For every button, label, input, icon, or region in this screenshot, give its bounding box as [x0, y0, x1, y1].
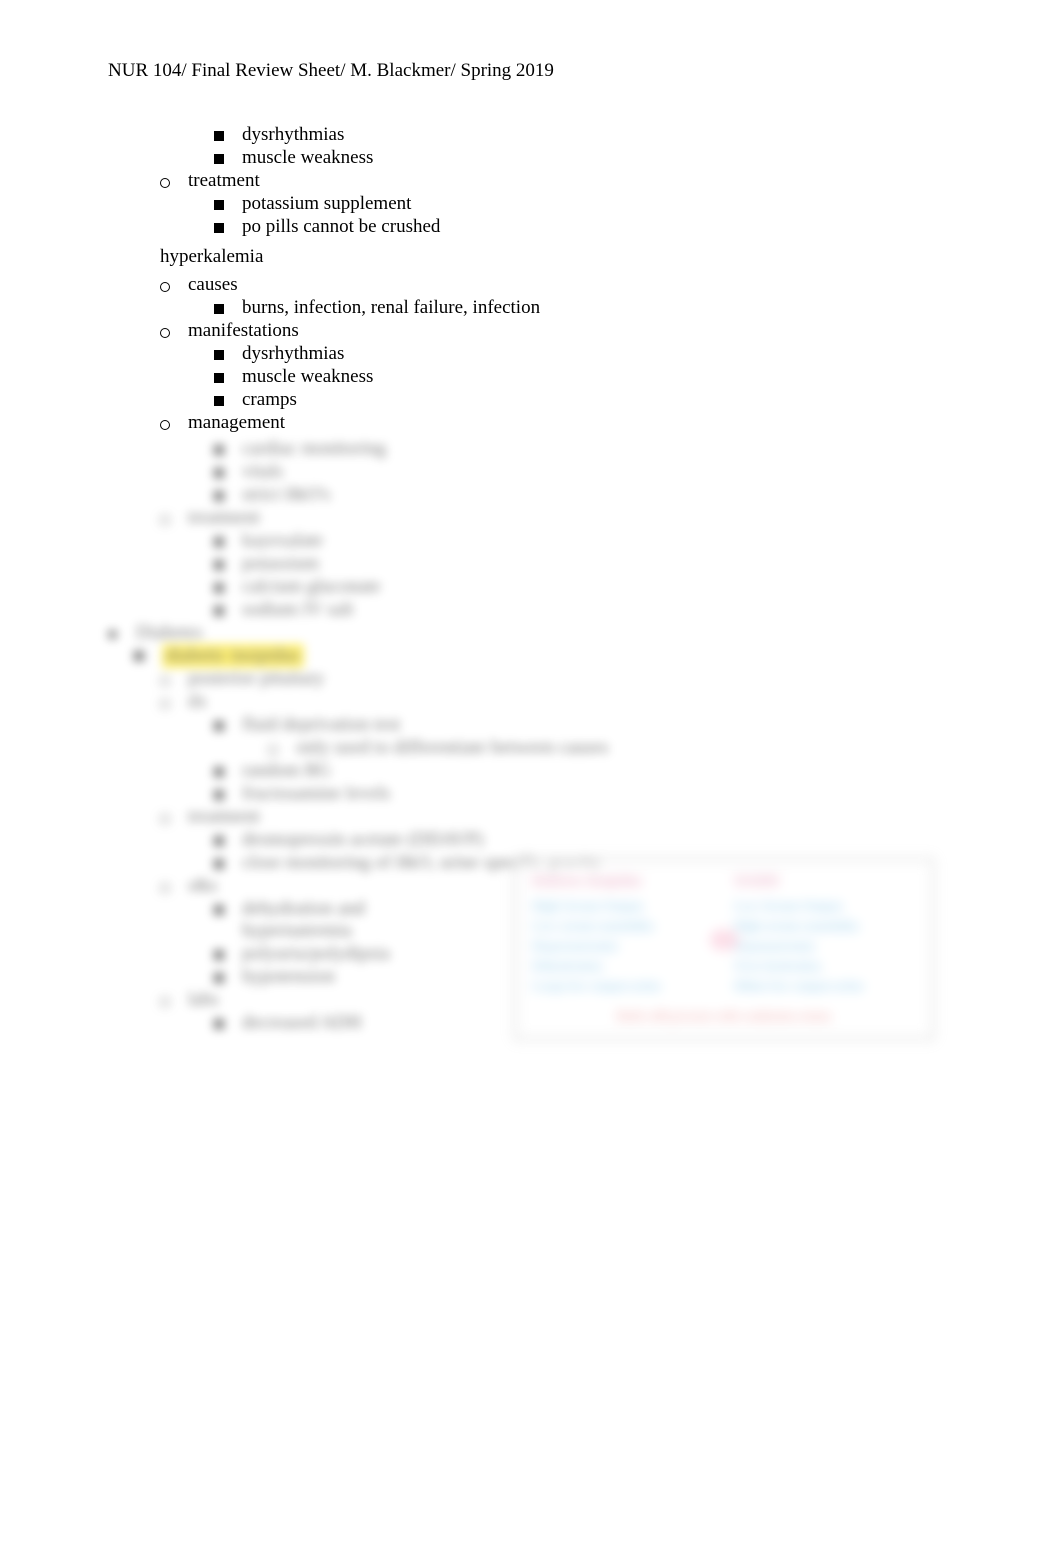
list-item: cardiac monitoring — [108, 438, 954, 460]
treatment-label-2: treatment — [108, 507, 954, 529]
management-section: management — [108, 412, 954, 434]
col-item: Low serum osmolality — [532, 918, 714, 934]
treatment-section-2: treatment — [108, 507, 954, 529]
treatment-items-list-2: kayexalate potassium calcium gluconate s… — [108, 530, 954, 621]
top-symptoms-list: dysrhythmias muscle weakness — [108, 124, 954, 169]
diabetes-heading: Diabetes — [108, 622, 954, 644]
treatment-section: treatment — [108, 170, 954, 192]
mellitus-heading: diabetic insipidus — [134, 644, 954, 668]
comparison-right-col: SIADH Low Serum Output High serum osmola… — [734, 874, 916, 998]
treatment-items-list: potassium supplement po pills cannot be … — [108, 193, 954, 238]
comparison-footer: Both will present with confusion status — [532, 1008, 916, 1024]
vs-badge: vs — [711, 931, 738, 950]
list-item: random BG — [108, 760, 954, 782]
col-item: High Serum Output — [532, 898, 714, 914]
list-item: dysrhythmias — [108, 343, 954, 365]
list-item: strict I&O's — [108, 484, 954, 506]
blurred-sub-items-1b: random BG fructosamine levels — [108, 760, 954, 805]
comparison-box: Diabetes Insipidus High Serum Output Low… — [514, 858, 934, 1040]
blurred-sub-section-3: s&s — [108, 875, 428, 897]
manifestations-label: manifestations — [108, 320, 954, 342]
list-item: polyuria/polydipsia — [108, 943, 428, 965]
list-item: fluid deprivation test — [108, 714, 954, 736]
list-item: potassium supplement — [108, 193, 954, 215]
blurred-sub-sub-1: only used to differentiate between cause… — [108, 737, 954, 759]
sub-label: dx — [108, 691, 954, 713]
manifestations-section: manifestations — [108, 320, 954, 342]
list-item: burns, infection, renal failure, infecti… — [108, 297, 954, 319]
treatment-label: treatment — [108, 170, 954, 192]
list-item: potassium — [108, 553, 954, 575]
col-item: Hypernatremia — [532, 938, 714, 954]
col-item: Large low output urine — [532, 978, 714, 994]
list-item: muscle weakness — [108, 366, 954, 388]
list-item: desmopressin acetate (DDAVP) — [108, 829, 954, 851]
blurred-sub-items-3: dehydration and hypernatremia polyuria/p… — [108, 898, 428, 988]
blurred-sub-section-0: posterior pituitary — [108, 668, 954, 690]
col-item: High serum osmolality — [734, 918, 916, 934]
blurred-sub-section-1: dx — [108, 691, 954, 713]
hyperkalemia-title: hyperkalemia — [108, 246, 954, 268]
management-items-list: cardiac monitoring vitals strict I&O's — [108, 438, 954, 506]
management-label: management — [108, 412, 954, 434]
comparison-left-col: Diabetes Insipidus High Serum Output Low… — [532, 874, 714, 998]
blurred-content: cardiac monitoring vitals strict I&O's t… — [108, 438, 954, 1034]
list-item: vitals — [108, 461, 954, 483]
blurred-sub-section-2: treatment — [108, 806, 954, 828]
causes-items-list: burns, infection, renal failure, infecti… — [108, 297, 954, 319]
list-item: dysrhythmias — [108, 124, 954, 146]
list-item: fructosamine levels — [108, 783, 954, 805]
list-item: calcium gluconate — [108, 576, 954, 598]
col-item: Over-hydration — [734, 958, 916, 974]
manifestations-items-list: dysrhythmias muscle weakness cramps — [108, 343, 954, 411]
sub-label: s&s — [108, 875, 428, 897]
highlight-label: diabetic insipidus — [162, 644, 304, 668]
causes-section: causes — [108, 274, 954, 296]
blurred-sub-items-1: fluid deprivation test — [108, 714, 954, 736]
list-item: kayexalate — [108, 530, 954, 552]
right-col-header: SIADH — [734, 874, 916, 890]
col-item: Low Serum Output — [734, 898, 916, 914]
left-col-header: Diabetes Insipidus — [532, 874, 714, 890]
list-item: dehydration and hypernatremia — [108, 898, 428, 942]
sub-label: posterior pituitary — [108, 668, 954, 690]
col-item: Hyponatremia — [734, 938, 916, 954]
col-item: Dilute low output urine — [734, 978, 916, 994]
list-item: hypotension — [108, 966, 428, 988]
list-item: muscle weakness — [108, 147, 954, 169]
list-item: sodium IV salt — [108, 599, 954, 621]
page-header: NUR 104/ Final Review Sheet/ M. Blackmer… — [108, 60, 954, 82]
list-item: po pills cannot be crushed — [108, 216, 954, 238]
list-item: only used to differentiate between cause… — [108, 737, 954, 759]
sub-label: treatment — [108, 806, 954, 828]
col-item: Dehydration — [532, 958, 714, 974]
list-item: cramps — [108, 389, 954, 411]
causes-label: causes — [108, 274, 954, 296]
